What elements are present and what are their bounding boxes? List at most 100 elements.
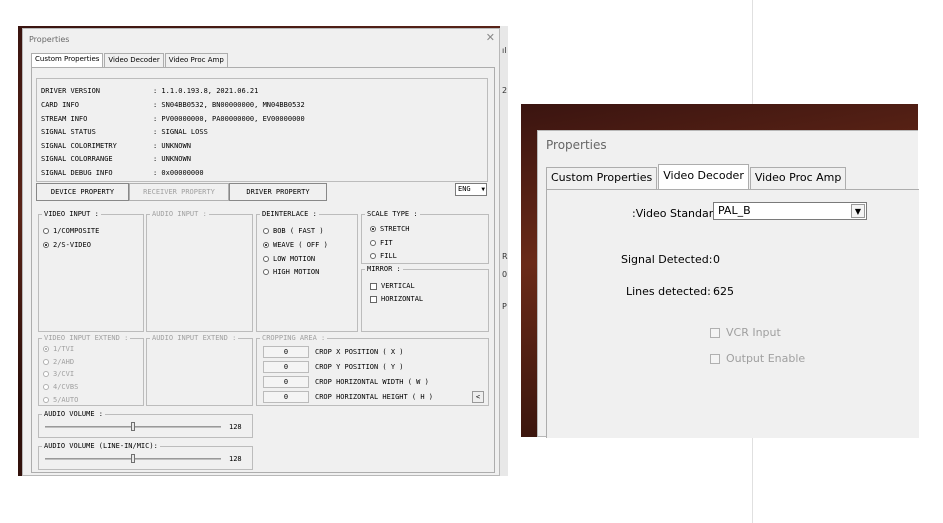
radio-deinterlace-weave[interactable]: WEAVE ( OFF ) <box>263 241 328 250</box>
video-input-group: VIDEO INPUT : 1/COMPOSITE 2/S-VIDEO <box>38 210 144 332</box>
radio-label: WEAVE ( OFF ) <box>273 241 328 249</box>
radio-label: FIT <box>380 239 393 247</box>
crop-label: CROP HORIZONTAL HEIGHT ( H ) <box>315 393 434 401</box>
audio-input-title: AUDIO INPUT : <box>150 210 209 219</box>
info-value: : 0x00000000 <box>153 169 204 177</box>
video-standard-label: :Video Standard <box>632 207 721 220</box>
info-row: SIGNAL STATUS: SIGNAL LOSS <box>41 128 208 137</box>
crop-scroll-button[interactable]: < <box>472 391 484 403</box>
checkbox-label: HORIZONTAL <box>381 295 424 303</box>
radio-label: HIGH MOTION <box>273 268 320 276</box>
crop-label: CROP Y POSITION ( Y ) <box>315 363 404 371</box>
info-label: SIGNAL COLORIMETRY <box>41 142 117 150</box>
radio-deinterlace-low[interactable]: LOW MOTION <box>263 255 315 264</box>
radio-scale-fill[interactable]: FILL <box>370 252 397 261</box>
crop-row: 0 CROP HORIZONTAL WIDTH ( W ) <box>263 376 483 389</box>
radio-video-input-2[interactable]: 2/S-VIDEO <box>43 241 91 250</box>
strip-char: P <box>502 302 507 311</box>
info-label: CARD INFO <box>41 101 79 109</box>
audio-volume-line-value: 128 <box>229 455 242 463</box>
checkbox-mirror-horizontal[interactable]: HORIZONTAL <box>370 295 423 304</box>
video-decoder-panel: :Video Standard PAL_B ▼ Signal Detected:… <box>546 189 919 438</box>
radio-label: 3/CVI <box>53 370 75 378</box>
tab-custom-properties[interactable]: Custom Properties <box>546 167 658 189</box>
tab-bar: Custom Properties Video Decoder Video Pr… <box>31 53 229 67</box>
info-value: : SN04BB0532, BN00000000, MN04BB0532 <box>153 101 305 109</box>
radio-label: 4/CVBS <box>53 383 79 391</box>
audio-volume-line-title: AUDIO VOLUME (LINE-IN/MIC): <box>42 442 160 451</box>
info-label: DRIVER VERSION <box>41 87 101 95</box>
crop-label: CROP HORIZONTAL WIDTH ( W ) <box>315 378 429 386</box>
crop-height-field[interactable]: 0 <box>263 391 309 403</box>
mirror-group: MIRROR : VERTICAL HORIZONTAL <box>361 265 489 332</box>
radio-extend-cvi[interactable]: 3/CVI <box>43 370 74 379</box>
tab-video-decoder[interactable]: Video Decoder <box>104 53 164 67</box>
tab-video-proc-amp[interactable]: Video Proc Amp <box>164 53 228 67</box>
info-value: : UNKNOWN <box>153 142 191 150</box>
cropping-area-group: CROPPING AREA : 0 CROP X POSITION ( X ) … <box>256 334 489 406</box>
scale-type-title: SCALE TYPE : <box>365 210 420 219</box>
audio-volume-value: 128 <box>229 423 242 431</box>
deinterlace-group: DEINTERLACE : BOB ( FAST ) WEAVE ( OFF )… <box>256 210 358 332</box>
audio-volume-title: AUDIO VOLUME : <box>42 410 106 419</box>
chevron-down-icon: ▼ <box>851 204 865 218</box>
radio-video-input-1[interactable]: 1/COMPOSITE <box>43 227 99 236</box>
scale-type-group: SCALE TYPE : STRETCH FIT FILL <box>361 210 489 264</box>
radio-extend-ahd[interactable]: 2/AHD <box>43 358 74 367</box>
audio-input-extend-group: AUDIO INPUT EXTEND : <box>146 334 253 406</box>
language-value: ENG <box>458 185 471 193</box>
radio-label: 5/AUTO <box>53 396 79 404</box>
radio-scale-stretch[interactable]: STRETCH <box>370 225 410 234</box>
radio-scale-fit[interactable]: FIT <box>370 239 393 248</box>
receiver-property-button[interactable]: RECEIVER PROPERTY <box>129 183 229 201</box>
output-enable-checkbox[interactable]: Output Enable <box>710 352 805 365</box>
info-label: SIGNAL STATUS <box>41 128 96 136</box>
video-standard-select[interactable]: PAL_B ▼ <box>713 202 867 220</box>
checkbox-mirror-vertical[interactable]: VERTICAL <box>370 282 415 291</box>
info-row: SIGNAL COLORRANGE: UNKNOWN <box>41 155 191 164</box>
audio-volume-slider-thumb[interactable] <box>131 422 135 431</box>
signal-detected-label: Signal Detected: <box>621 253 713 266</box>
custom-properties-panel: DRIVER VERSION: 1.1.0.193.8, 2021.06.21 … <box>31 67 495 473</box>
vcr-input-checkbox[interactable]: VCR Input <box>710 326 781 339</box>
info-row: CARD INFO : SN04BB0532, BN00000000, MN04B… <box>41 101 305 110</box>
info-row: DRIVER VERSION : 1.1.0.193.8, 2021.06.21 <box>41 87 258 96</box>
info-row: STREAM INFO: PV00000000, PA00000000, EV0… <box>41 115 305 124</box>
radio-extend-auto[interactable]: 5/AUTO <box>43 396 78 405</box>
crop-row: 0 CROP Y POSITION ( Y ) <box>263 361 483 374</box>
radio-deinterlace-high[interactable]: HIGH MOTION <box>263 268 319 277</box>
tab-video-decoder[interactable]: Video Decoder <box>658 164 749 189</box>
info-label: SIGNAL DEBUG INFO <box>41 169 113 177</box>
device-property-button[interactable]: DEVICE PROPERTY <box>36 183 129 201</box>
strip-char: 0 <box>502 270 508 279</box>
radio-label: 2/S-VIDEO <box>53 241 91 249</box>
tab-bar: Custom Properties Video Decoder Video Pr… <box>546 164 847 189</box>
info-box: DRIVER VERSION: 1.1.0.193.8, 2021.06.21 … <box>36 78 488 182</box>
crop-x-field[interactable]: 0 <box>263 346 309 358</box>
checkbox-label: VERTICAL <box>381 282 415 290</box>
properties-dialog-video-decoder: Properties Custom Properties Video Decod… <box>537 130 919 438</box>
checkbox-label: VCR Input <box>726 326 781 339</box>
signal-detected-value: 0 <box>713 253 720 266</box>
close-icon[interactable]: ✕ <box>486 31 495 44</box>
driver-property-button[interactable]: DRIVER PROPERTY <box>229 183 327 201</box>
info-label: SIGNAL COLORRANGE <box>41 155 113 163</box>
info-row: SIGNAL DEBUG INFO : 0x00000000 <box>41 169 204 178</box>
audio-volume-line-slider-thumb[interactable] <box>131 454 135 463</box>
radio-extend-tvi[interactable]: 1/TVI <box>43 345 74 354</box>
crop-y-field[interactable]: 0 <box>263 361 309 373</box>
language-select[interactable]: ENG ▼ <box>455 183 487 196</box>
radio-deinterlace-bob[interactable]: BOB ( FAST ) <box>263 227 324 236</box>
video-input-title: VIDEO INPUT : <box>42 210 101 219</box>
crop-width-field[interactable]: 0 <box>263 376 309 388</box>
dialog-title: Properties <box>29 35 70 44</box>
radio-extend-cvbs[interactable]: 4/CVBS <box>43 383 78 392</box>
radio-label: STRETCH <box>380 225 410 233</box>
radio-label: 1/TVI <box>53 345 75 353</box>
info-value: : 1.1.0.193.8, 2021.06.21 <box>153 87 259 95</box>
audio-input-group: AUDIO INPUT : <box>146 210 253 332</box>
video-input-extend-title: VIDEO INPUT EXTEND : <box>42 334 131 343</box>
properties-dialog-custom: Properties ✕ Custom Properties Video Dec… <box>22 28 500 476</box>
tab-video-proc-amp[interactable]: Video Proc Amp <box>749 167 847 189</box>
tab-custom-properties[interactable]: Custom Properties <box>31 53 104 67</box>
